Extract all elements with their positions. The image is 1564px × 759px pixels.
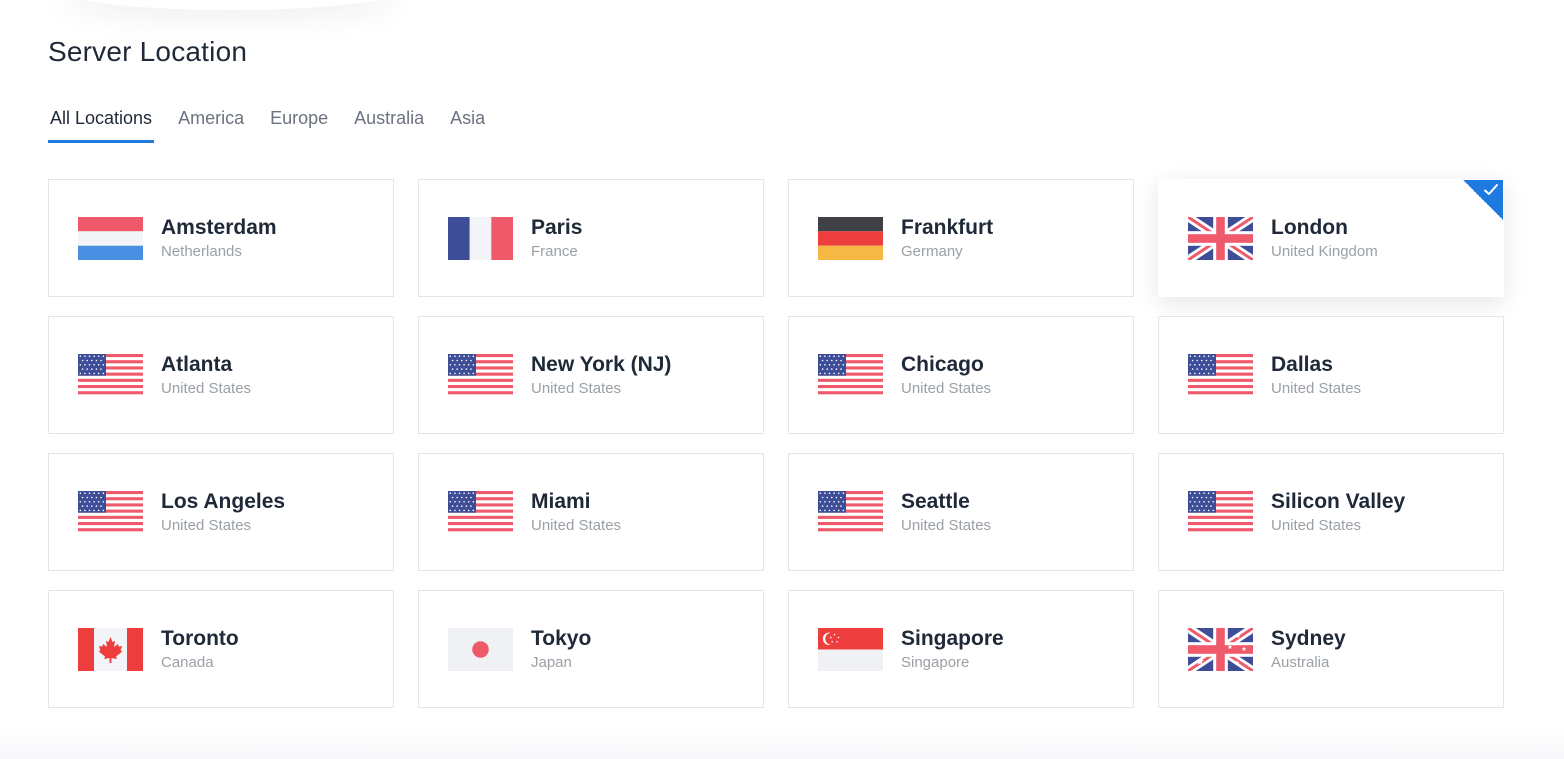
location-card-chicago[interactable]: Chicago United States: [788, 316, 1134, 434]
city-name: Sydney: [1271, 626, 1346, 650]
us-flag-icon: [818, 353, 883, 397]
location-card-amsterdam[interactable]: Amsterdam Netherlands: [48, 179, 394, 297]
country-name: United States: [161, 379, 252, 397]
city-name: Frankfurt: [901, 215, 994, 239]
country-name: Singapore: [901, 653, 970, 671]
tab-asia[interactable]: Asia: [448, 104, 487, 138]
city-name: Dallas: [1271, 352, 1333, 376]
city-name: Los Angeles: [161, 489, 286, 513]
nl-flag-icon: [78, 216, 143, 260]
country-name: Canada: [161, 653, 214, 671]
city-name: Seattle: [901, 489, 970, 513]
tab-europe[interactable]: Europe: [268, 104, 330, 138]
city-name: London: [1271, 215, 1348, 239]
city-name: Toronto: [161, 626, 239, 650]
city-name: Chicago: [901, 352, 984, 376]
city-name: Miami: [531, 489, 591, 513]
us-flag-icon: [1188, 353, 1253, 397]
bottom-fade: [0, 729, 1564, 759]
location-card-sydney[interactable]: Sydney Australia: [1158, 590, 1504, 708]
ca-flag-icon: [78, 627, 143, 671]
country-name: United States: [531, 516, 622, 534]
location-card-seattle[interactable]: Seattle United States: [788, 453, 1134, 571]
de-flag-icon: [818, 216, 883, 260]
location-card-atlanta[interactable]: Atlanta United States: [48, 316, 394, 434]
city-name: Paris: [531, 215, 583, 239]
tab-america[interactable]: America: [176, 104, 246, 138]
location-card-toronto[interactable]: Toronto Canada: [48, 590, 394, 708]
location-grid: Amsterdam Netherlands Paris France Frankfu…: [48, 179, 1504, 708]
location-card-tokyo[interactable]: Tokyo Japan: [418, 590, 764, 708]
sg-flag-icon: [818, 627, 883, 671]
gb-flag-icon: [1188, 216, 1253, 260]
tab-all-locations[interactable]: All Locations: [48, 104, 155, 143]
location-card-singapore[interactable]: Singapore Singapore: [788, 590, 1134, 708]
location-card-paris[interactable]: Paris France: [418, 179, 764, 297]
location-card-silicon-valley[interactable]: Silicon Valley United States: [1158, 453, 1504, 571]
city-name: Silicon Valley: [1271, 489, 1406, 513]
tab-australia[interactable]: Australia: [352, 104, 426, 138]
country-name: United States: [531, 379, 622, 397]
city-name: Tokyo: [531, 626, 592, 650]
page-title: Server Location: [48, 36, 248, 67]
country-name: France: [531, 242, 578, 260]
country-name: Germany: [901, 242, 963, 260]
us-flag-icon: [818, 490, 883, 534]
city-name: New York (NJ): [531, 352, 672, 376]
us-flag-icon: [448, 353, 513, 397]
country-name: Netherlands: [161, 242, 242, 260]
us-flag-icon: [78, 490, 143, 534]
top-shadow: [60, 0, 400, 10]
us-flag-icon: [1188, 490, 1253, 534]
us-flag-icon: [448, 490, 513, 534]
city-name: Atlanta: [161, 352, 233, 376]
location-card-los-angeles[interactable]: Los Angeles United States: [48, 453, 394, 571]
country-name: United States: [901, 516, 992, 534]
country-name: United States: [1271, 379, 1362, 397]
country-name: Japan: [531, 653, 572, 671]
country-name: United States: [901, 379, 992, 397]
us-flag-icon: [78, 353, 143, 397]
checkmark-icon: [1484, 184, 1498, 195]
country-name: United Kingdom: [1271, 242, 1378, 260]
country-name: Australia: [1271, 653, 1330, 671]
country-name: United States: [161, 516, 252, 534]
fr-flag-icon: [448, 216, 513, 260]
jp-flag-icon: [448, 627, 513, 671]
location-card-frankfurt[interactable]: Frankfurt Germany: [788, 179, 1134, 297]
country-name: United States: [1271, 516, 1362, 534]
au-flag-icon: [1188, 627, 1253, 671]
location-tabs: All Locations America Europe Australia A…: [48, 104, 509, 144]
location-card-new-york[interactable]: New York (NJ) United States: [418, 316, 764, 434]
city-name: Singapore: [901, 626, 1004, 650]
location-card-miami[interactable]: Miami United States: [418, 453, 764, 571]
city-name: Amsterdam: [161, 215, 277, 239]
location-card-dallas[interactable]: Dallas United States: [1158, 316, 1504, 434]
location-card-london[interactable]: London United Kingdom: [1158, 179, 1504, 297]
